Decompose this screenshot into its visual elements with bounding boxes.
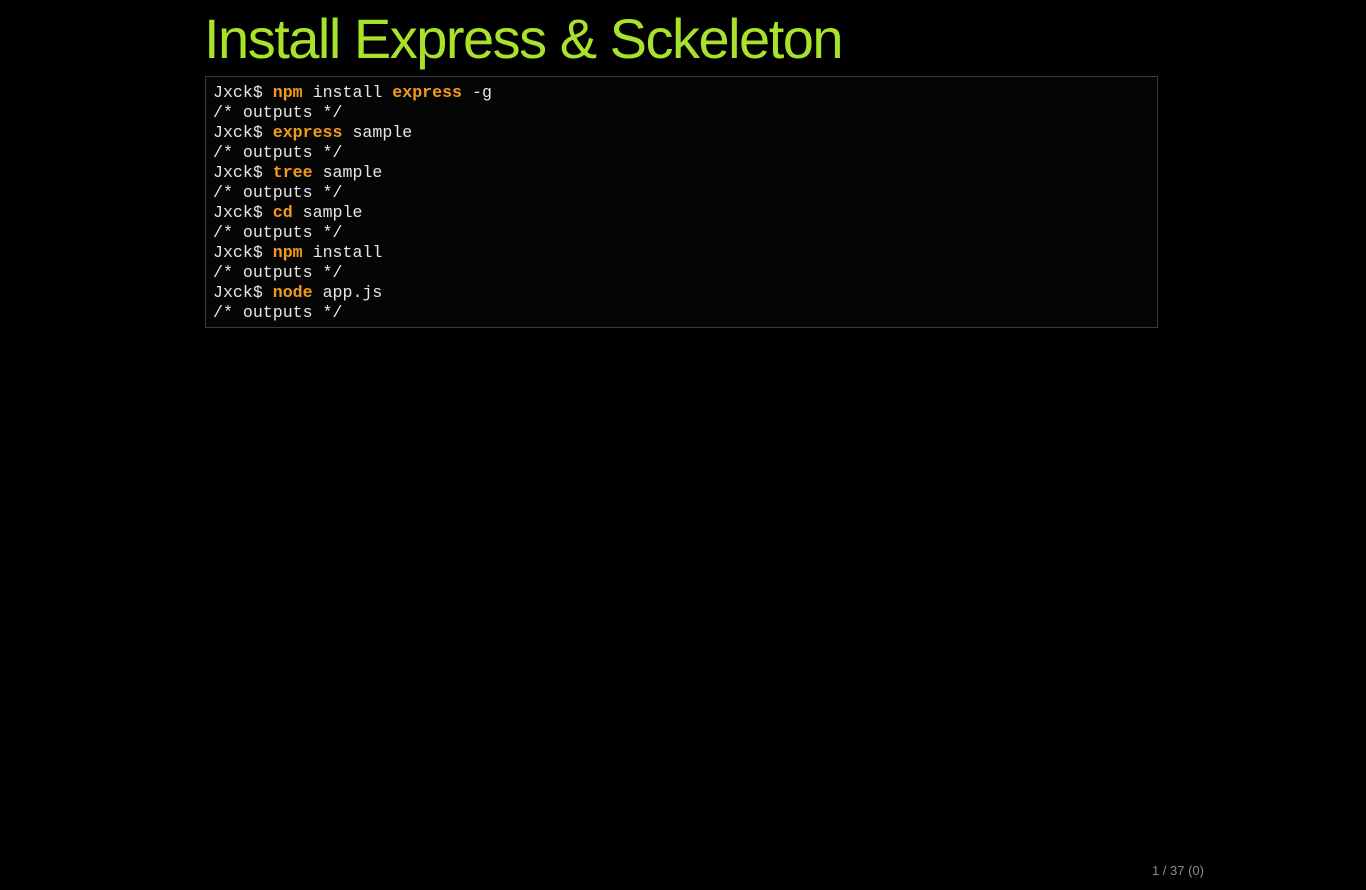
command-keyword: npm bbox=[272, 83, 303, 102]
shell-prompt: Jxck$ bbox=[213, 203, 263, 222]
code-line-output-comment: /* outputs */ bbox=[213, 263, 343, 282]
code-line-command: Jxck$ npm install bbox=[213, 243, 1157, 263]
command-flag: -g bbox=[471, 83, 492, 102]
code-line-command: Jxck$ express sample bbox=[213, 123, 1157, 143]
shell-prompt: Jxck$ bbox=[213, 283, 263, 302]
slide-page-indicator: 1 / 37 (0) bbox=[1151, 863, 1204, 878]
shell-prompt: Jxck$ bbox=[213, 123, 263, 142]
code-line-output-comment: /* outputs */ bbox=[213, 223, 343, 242]
terminal-code-block: Jxck$ npm install express -g /* outputs … bbox=[205, 76, 1158, 328]
command-keyword: cd bbox=[272, 203, 293, 222]
command-argument: install bbox=[312, 83, 383, 102]
shell-prompt: Jxck$ bbox=[213, 83, 263, 102]
command-argument: sample bbox=[302, 203, 363, 222]
code-line-output-comment: /* outputs */ bbox=[213, 303, 343, 322]
code-line-output-comment: /* outputs */ bbox=[213, 183, 343, 202]
code-line-output-comment: /* outputs */ bbox=[213, 143, 343, 162]
code-line-command: Jxck$ npm install express -g bbox=[213, 83, 1157, 103]
code-line-command: Jxck$ node app.js bbox=[213, 283, 1157, 303]
slide-title: Install Express & Sckeleton bbox=[204, 7, 844, 70]
code-line-command: Jxck$ cd sample bbox=[213, 203, 1157, 223]
shell-prompt: Jxck$ bbox=[213, 163, 263, 182]
shell-prompt: Jxck$ bbox=[213, 243, 263, 262]
command-keyword: express bbox=[392, 83, 463, 102]
command-keyword: express bbox=[272, 123, 343, 142]
command-keyword: tree bbox=[272, 163, 313, 182]
command-argument: app.js bbox=[322, 283, 383, 302]
command-argument: sample bbox=[352, 123, 413, 142]
command-keyword: node bbox=[272, 283, 313, 302]
command-keyword: npm bbox=[272, 243, 303, 262]
code-line-command: Jxck$ tree sample bbox=[213, 163, 1157, 183]
code-line-output-comment: /* outputs */ bbox=[213, 103, 343, 122]
command-argument: sample bbox=[322, 163, 383, 182]
slide: Install Express & Sckeleton Jxck$ npm in… bbox=[0, 0, 1366, 890]
command-argument: install bbox=[312, 243, 383, 262]
